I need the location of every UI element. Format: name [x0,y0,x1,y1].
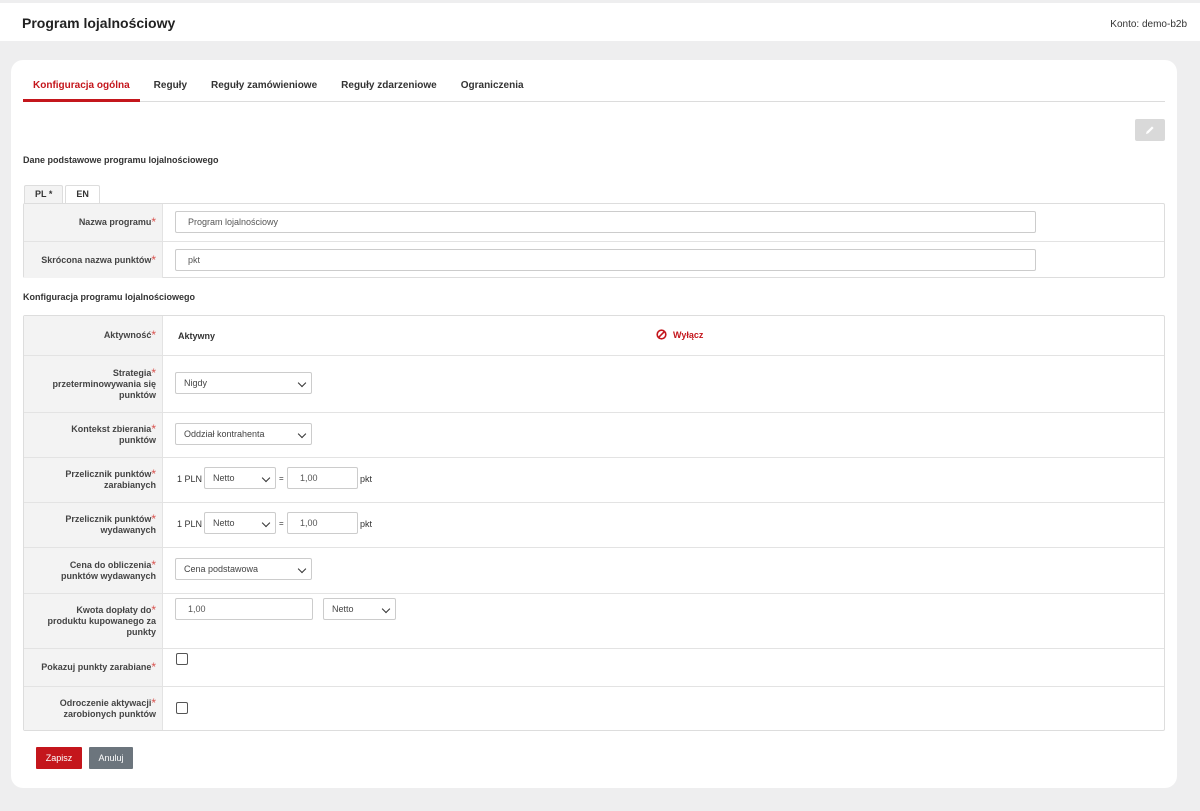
earn-ratio-input[interactable]: 1,00 [287,467,358,489]
spend-price-type-select[interactable]: Netto [204,512,276,534]
points-short-name-input[interactable]: pkt [175,249,1036,271]
price-basis-row: Cena do obliczenia* punktów wydawanych Ce… [24,547,1164,593]
surcharge-label: Kwota dopłaty do* produktu kupowanego za p… [24,594,163,648]
account-label: Konto: demo-b2b [1110,19,1187,30]
pencil-icon [1146,126,1154,134]
show-earned-points-checkbox[interactable] [176,653,188,665]
expiry-strategy-select[interactable]: Nigdy [175,372,312,394]
surcharge-price-type-select[interactable]: Netto [323,598,396,620]
points-short-name-label: Skrócona nazwa punktów* [24,242,163,278]
surcharge-amount-input[interactable]: 1,00 [175,598,313,620]
tab-limits[interactable]: Ograniczenia [451,74,534,102]
tab-rules[interactable]: Reguły [144,74,197,102]
spend-ratio-row: Przelicznik punktów* wydawanych 1 PLN Net… [24,502,1164,547]
activation-delay-row: Odroczenie aktywacji* zarobionych punktów [24,686,1164,730]
cancel-button[interactable]: Anuluj [89,747,133,769]
activity-label: Aktywność* [24,316,163,355]
activation-delay-checkbox[interactable] [176,702,188,714]
chevron-down-icon [297,378,307,388]
earn-currency-prefix: 1 PLN [177,474,203,484]
deactivate-label: Wyłącz [673,329,704,340]
spend-ratio-label: Przelicznik punktów* wydawanych [24,503,163,547]
spend-ratio-input[interactable]: 1,00 [287,512,358,534]
basic-data-form: Nazwa programu* Program lojalnościowy Sk… [23,203,1165,278]
lang-tab-en[interactable]: EN [65,185,100,204]
tab-bar: Konfiguracja ogólna Reguły Reguły zamówi… [23,74,1165,102]
spend-unit: pkt [360,519,373,529]
page-title: Program lojalnościowy [22,15,176,31]
activity-row: Aktywność* Aktywny Wyłącz [24,316,1164,355]
surcharge-row: Kwota dopłaty do* produktu kupowanego za p… [24,593,1164,648]
config-form: Aktywność* Aktywny Wyłącz Strategia* prze… [23,315,1165,731]
earn-equals-sign: = [279,474,284,483]
earn-price-type-select[interactable]: Netto [204,467,276,489]
collection-context-select[interactable]: Oddział kontrahenta [175,423,312,445]
points-short-name-row: Skrócona nazwa punktów* pkt [24,241,1164,278]
program-name-input[interactable]: Program lojalnościowy [175,211,1036,233]
activation-delay-label: Odroczenie aktywacji* zarobionych punktów [24,687,163,730]
ban-icon [656,329,667,340]
chevron-down-icon [261,473,271,483]
activity-status: Aktywny [178,331,216,341]
chevron-down-icon [261,518,271,528]
config-section-title: Konfiguracja programu lojalnościowego [23,292,196,302]
program-name-row: Nazwa programu* Program lojalnościowy [24,204,1164,241]
price-basis-select[interactable]: Cena podstawowa [175,558,312,580]
chevron-down-icon [297,564,307,574]
chevron-down-icon [381,604,391,614]
show-earned-points-label: Pokazuj punkty zarabiane* [24,649,163,686]
show-earned-points-row: Pokazuj punkty zarabiane* [24,648,1164,686]
collection-context-label: Kontekst zbierania* punktów [24,413,163,457]
top-bar: Program lojalnościowy Konto: demo-b2b [0,3,1200,41]
language-tabs: PL * EN [24,185,102,204]
expiry-strategy-label: Strategia* przeterminowywania się punktów [24,356,163,412]
earn-ratio-label: Przelicznik punktów* zarabianych [24,458,163,502]
basic-data-section-title: Dane podstawowe programu lojalnościowego [23,155,219,165]
collection-context-row: Kontekst zbierania* punktów Oddział kontr… [24,412,1164,457]
spend-equals-sign: = [279,519,284,528]
tab-general-config[interactable]: Konfiguracja ogólna [23,74,140,102]
expiry-strategy-row: Strategia* przeterminowywania się punktów … [24,355,1164,412]
price-basis-label: Cena do obliczenia* punktów wydawanych [24,548,163,593]
tab-event-rules[interactable]: Reguły zdarzeniowe [331,74,447,102]
lang-tab-pl[interactable]: PL * [24,185,64,204]
tab-order-rules[interactable]: Reguły zamówieniowe [201,74,327,102]
chevron-down-icon [297,429,307,439]
deactivate-button[interactable]: Wyłącz [656,329,703,340]
spend-currency-prefix: 1 PLN [177,519,203,529]
program-name-label: Nazwa programu* [24,204,163,241]
save-button[interactable]: Zapisz [36,747,82,769]
earn-ratio-row: Przelicznik punktów* zarabianych 1 PLN Ne… [24,457,1164,502]
edit-button[interactable] [1135,119,1165,141]
main-card: Konfiguracja ogólna Reguły Reguły zamówi… [11,60,1177,788]
earn-unit: pkt [360,474,373,484]
